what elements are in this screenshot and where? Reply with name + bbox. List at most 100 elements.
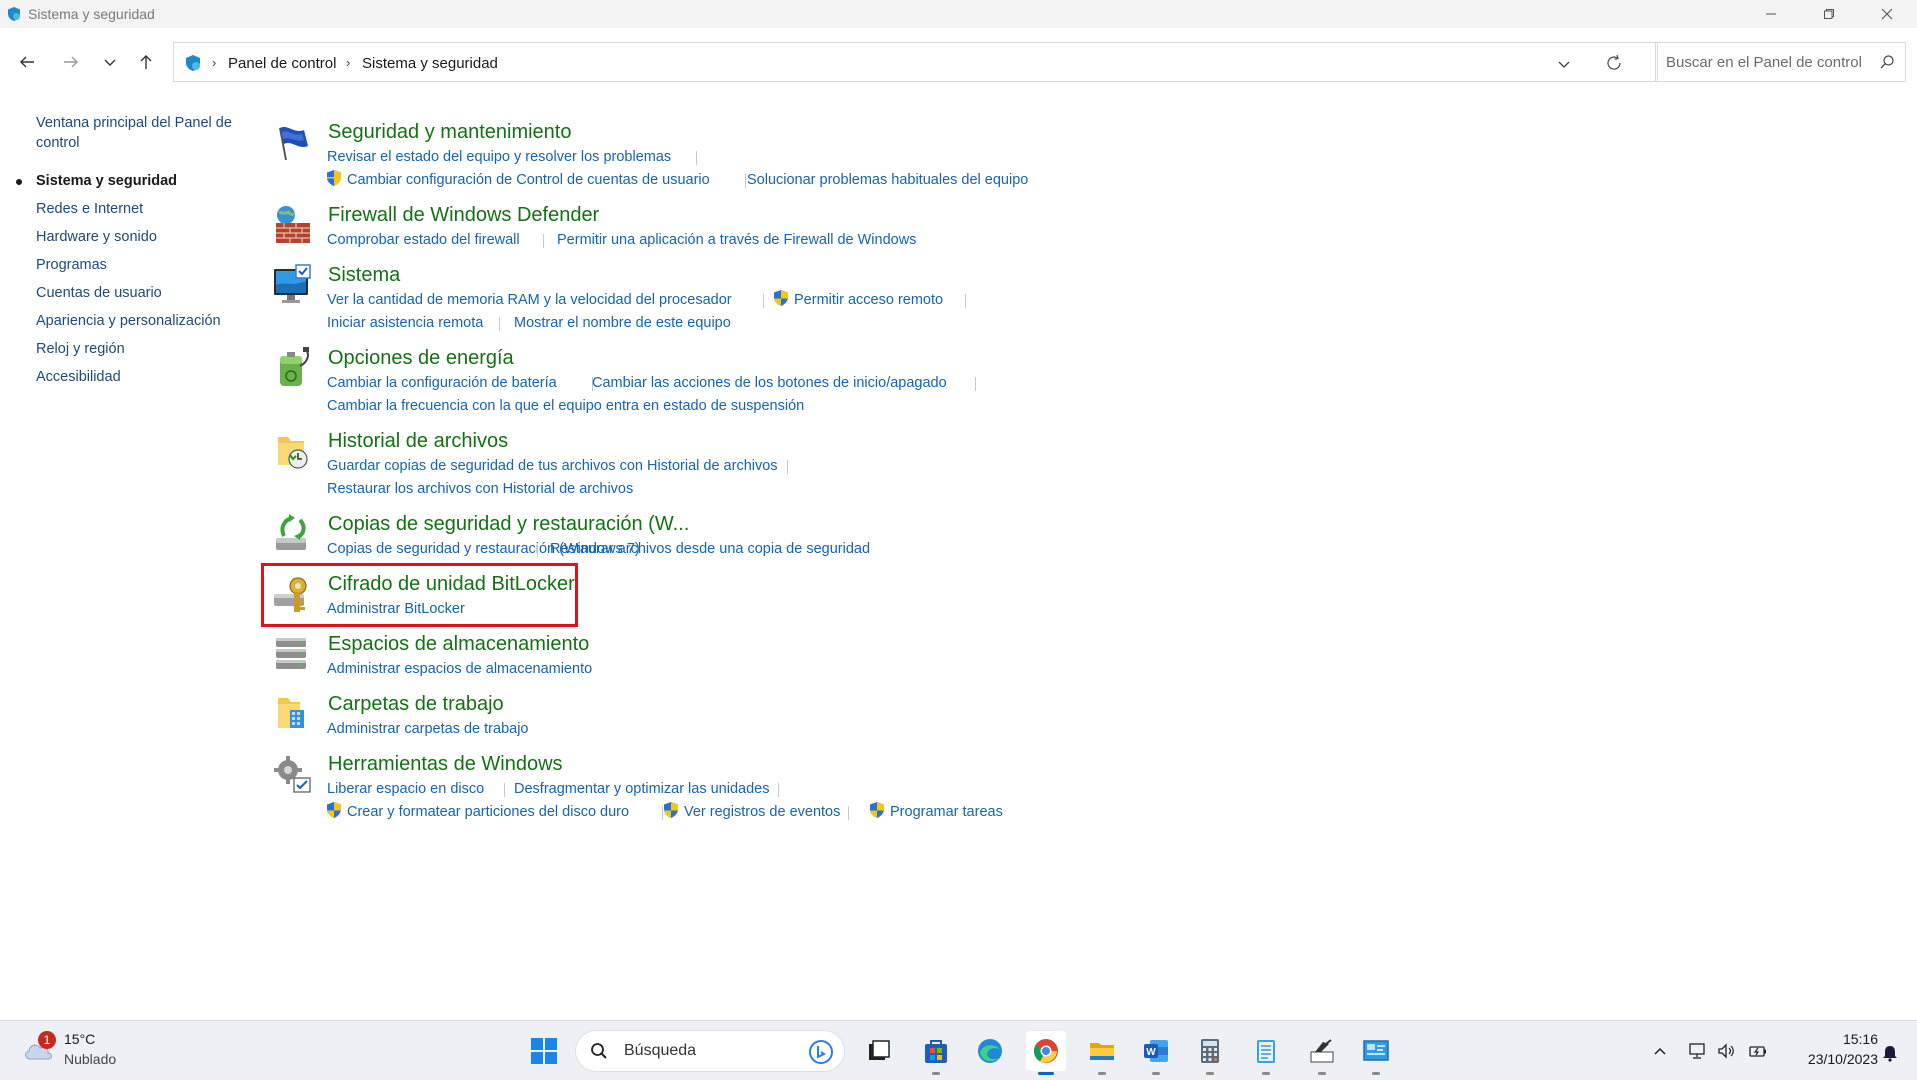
- task-view-button[interactable]: [860, 1031, 900, 1071]
- uac-shield-icon: [774, 290, 788, 306]
- search-box[interactable]: [1655, 42, 1906, 82]
- back-button[interactable]: [13, 48, 41, 76]
- word-icon: W: [1144, 1040, 1168, 1062]
- link-schedule-tasks[interactable]: Programar tareas: [890, 802, 1003, 822]
- link-restore-file-history[interactable]: Restaurar los archivos con Historial de …: [327, 479, 633, 499]
- task-view-icon: [869, 1040, 890, 1060]
- link-manage-work-folders[interactable]: Administrar carpetas de trabajo: [327, 719, 529, 739]
- storage-spaces-icon: [276, 638, 306, 669]
- work-folders-icon: [278, 698, 304, 728]
- sidebar-item-accessibility[interactable]: Accesibilidad: [36, 367, 121, 387]
- network-icon[interactable]: [1688, 1041, 1708, 1061]
- running-indicator: [932, 1072, 940, 1075]
- taskbar-app-chrome[interactable]: [1026, 1031, 1066, 1075]
- start-button[interactable]: [524, 1031, 564, 1071]
- link-disk-cleanup[interactable]: Liberar espacio en disco: [327, 779, 484, 799]
- sidebar-item-user-accounts[interactable]: Cuentas de usuario: [36, 283, 162, 303]
- category-title[interactable]: Opciones de energía: [328, 346, 514, 370]
- link-restore-files-backup[interactable]: Restaurar archivos desde una copia de se…: [550, 539, 870, 559]
- link-sleep-frequency[interactable]: Cambiar la frecuencia con la que el equi…: [327, 396, 804, 416]
- minimize-button[interactable]: [1748, 0, 1794, 28]
- breadcrumb-control-panel[interactable]: Panel de control: [228, 55, 336, 72]
- link-separator: [745, 174, 746, 188]
- sidebar-item-control-panel-home[interactable]: Ventana principal del Panel de control: [36, 113, 232, 153]
- up-button[interactable]: [132, 48, 160, 76]
- link-separator: [778, 783, 779, 797]
- sidebar-item-label: Ventana principal del Panel de: [36, 115, 232, 131]
- taskbar-app-snipping[interactable]: [1302, 1031, 1342, 1075]
- link-troubleshoot[interactable]: Solucionar problemas habituales del equi…: [747, 170, 1028, 190]
- link-allow-app-firewall[interactable]: Permitir una aplicación a través de Fire…: [557, 230, 916, 250]
- sidebar-item-appearance[interactable]: Apariencia y personalización: [36, 311, 221, 331]
- taskbar-search[interactable]: Búsqueda: [575, 1030, 845, 1072]
- clock-time[interactable]: 15:16: [1828, 1031, 1878, 1047]
- link-event-logs[interactable]: Ver registros de eventos: [684, 802, 840, 822]
- taskbar-app-calculator[interactable]: [1190, 1031, 1230, 1075]
- windows-tools-icon: [274, 756, 311, 793]
- svg-text:W: W: [1146, 1047, 1156, 1058]
- category-title[interactable]: Carpetas de trabajo: [328, 692, 504, 716]
- search-icon: [1880, 55, 1894, 69]
- taskbar-app-explorer[interactable]: [1082, 1031, 1122, 1075]
- link-separator: [975, 377, 976, 391]
- chevron-down-icon[interactable]: [1554, 54, 1574, 74]
- refresh-icon[interactable]: [1604, 53, 1624, 73]
- forward-button[interactable]: [57, 48, 85, 76]
- category-title[interactable]: Seguridad y mantenimiento: [328, 120, 571, 144]
- close-button[interactable]: [1864, 0, 1910, 28]
- category-title[interactable]: Copias de seguridad y restauración (W...: [328, 512, 689, 536]
- link-view-ram-cpu[interactable]: Ver la cantidad de memoria RAM y la velo…: [327, 290, 732, 310]
- restore-button[interactable]: [1806, 0, 1852, 28]
- link-review-status[interactable]: Revisar el estado del equipo y resolver …: [327, 147, 671, 167]
- category-title[interactable]: Espacios de almacenamiento: [328, 632, 589, 656]
- bing-icon[interactable]: [808, 1039, 834, 1065]
- category-title[interactable]: Firewall de Windows Defender: [328, 203, 599, 227]
- search-icon: [591, 1043, 607, 1059]
- chevron-up-icon[interactable]: [1650, 1041, 1670, 1061]
- arrow-right-icon: [64, 56, 78, 68]
- search-input[interactable]: [1664, 53, 1868, 72]
- link-allow-remote-access[interactable]: Permitir acceso remoto: [794, 290, 943, 310]
- link-power-button-actions[interactable]: Cambiar las acciones de los botones de i…: [592, 373, 947, 393]
- link-remote-assistance[interactable]: Iniciar asistencia remota: [327, 313, 483, 333]
- category-title[interactable]: Historial de archivos: [328, 429, 508, 453]
- running-indicator: [1206, 1072, 1214, 1075]
- category-title[interactable]: Sistema: [328, 263, 400, 287]
- category-title[interactable]: Herramientas de Windows: [328, 752, 563, 776]
- battery-charging-icon[interactable]: [1748, 1041, 1768, 1061]
- link-manage-storage-spaces[interactable]: Administrar espacios de almacenamiento: [327, 659, 592, 679]
- sidebar-item-network[interactable]: Redes e Internet: [36, 199, 143, 219]
- sidebar-item-hardware[interactable]: Hardware y sonido: [36, 227, 157, 247]
- link-disk-partitions[interactable]: Crear y formatear particiones del disco …: [347, 802, 629, 822]
- link-backup-file-history[interactable]: Guardar copias de seguridad de tus archi…: [327, 456, 778, 476]
- link-defragment[interactable]: Desfragmentar y optimizar las unidades: [514, 779, 769, 799]
- link-separator: [848, 806, 849, 820]
- recent-locations-button[interactable]: [96, 48, 124, 76]
- notepad-icon: [1257, 1040, 1275, 1063]
- link-check-firewall[interactable]: Comprobar estado del firewall: [327, 230, 520, 250]
- weather-condition[interactable]: Nublado: [64, 1051, 116, 1067]
- taskbar-app-word[interactable]: W: [1136, 1031, 1176, 1075]
- sidebar-item-label: control: [36, 135, 80, 151]
- sidebar-item-programs[interactable]: Programas: [36, 255, 107, 275]
- address-bar[interactable]: › Panel de control › Sistema y seguridad: [173, 42, 1658, 82]
- sidebar-item-clock-region[interactable]: Reloj y región: [36, 339, 125, 359]
- breadcrumb-separator: ›: [212, 55, 217, 70]
- taskbar-app-store[interactable]: [916, 1031, 956, 1075]
- sidebar-item-system-security[interactable]: Sistema y seguridad: [16, 171, 177, 191]
- running-indicator: [1038, 1072, 1054, 1075]
- volume-icon[interactable]: [1716, 1041, 1736, 1061]
- link-battery-settings[interactable]: Cambiar la configuración de batería: [327, 373, 557, 393]
- taskbar-app-notepad[interactable]: [1246, 1031, 1286, 1075]
- taskbar-search-label: Búsqueda: [624, 1042, 697, 1059]
- breadcrumb-system-security[interactable]: Sistema y seguridad: [362, 55, 498, 72]
- link-show-computer-name[interactable]: Mostrar el nombre de este equipo: [514, 313, 731, 333]
- taskbar-app-edge[interactable]: [970, 1031, 1010, 1071]
- notification-bell-icon[interactable]: [1880, 1043, 1900, 1063]
- clock-date[interactable]: 23/10/2023: [1778, 1051, 1878, 1067]
- snipping-tool-icon: [1310, 1039, 1334, 1063]
- weather-temperature[interactable]: 15°C: [64, 1031, 95, 1047]
- power-battery-icon: [280, 347, 309, 386]
- taskbar-app-control-panel[interactable]: [1356, 1031, 1396, 1075]
- link-change-uac-settings[interactable]: Cambiar configuración de Control de cuen…: [347, 170, 710, 190]
